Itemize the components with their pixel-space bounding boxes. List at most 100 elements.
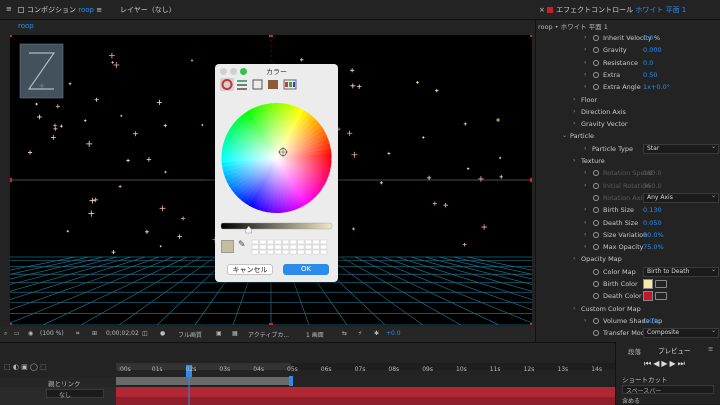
property-value[interactable]: 0.000: [643, 44, 662, 56]
stopwatch-icon[interactable]: [593, 182, 599, 189]
twirl-chevron-icon[interactable]: ›: [584, 57, 586, 69]
property-dropdown[interactable]: Birth to Death: [643, 266, 719, 277]
property-row[interactable]: › Gravity 0.000: [536, 44, 720, 56]
color-picker-dialog[interactable]: カラー ✎ キャンセル OK: [215, 64, 338, 282]
property-row[interactable]: Birth Color: [536, 278, 720, 290]
preview-menu-icon[interactable]: ≡: [708, 345, 713, 353]
color-wheel[interactable]: [215, 96, 338, 221]
render-icon[interactable]: ◉: [28, 330, 33, 337]
views-dropdown[interactable]: 1 画面: [306, 330, 324, 339]
brightness-slider[interactable]: [215, 220, 338, 234]
twirl-chevron-icon[interactable]: ›: [584, 204, 586, 216]
display-icon[interactable]: ▭: [14, 330, 20, 337]
property-row[interactable]: Death Color: [536, 290, 720, 302]
magnify-icon[interactable]: ⌕: [4, 330, 7, 338]
property-dropdown[interactable]: Any Axis: [643, 192, 719, 203]
panel-menu-icon[interactable]: ≡: [6, 5, 12, 13]
stopwatch-icon[interactable]: [593, 47, 599, 54]
flowchart-icon[interactable]: ⇆: [342, 330, 347, 337]
stopwatch-icon[interactable]: [593, 293, 599, 300]
stopwatch-icon[interactable]: [593, 317, 599, 324]
color-chip[interactable]: [643, 291, 653, 302]
stopwatch-icon[interactable]: [593, 71, 599, 78]
ok-button[interactable]: OK: [283, 264, 329, 275]
twirl-chevron-icon[interactable]: ›: [584, 180, 586, 192]
twirl-chevron-icon[interactable]: ›: [584, 229, 586, 241]
property-value[interactable]: 1x+0.0°: [643, 81, 670, 93]
property-row[interactable]: › Particle Type Star: [536, 143, 720, 155]
twirl-chevron-icon[interactable]: ›: [584, 81, 586, 93]
comp-breadcrumb[interactable]: roop: [18, 22, 34, 30]
twirl-chevron-icon[interactable]: ›: [584, 167, 586, 179]
property-value[interactable]: 50.0%: [643, 229, 664, 241]
shortcut-dropdown[interactable]: スペースバー: [622, 385, 714, 395]
twirl-chevron-icon[interactable]: ›: [584, 44, 586, 56]
region-icon[interactable]: ▣: [216, 330, 222, 337]
stopwatch-icon[interactable]: [593, 219, 599, 226]
stopwatch-icon[interactable]: [593, 281, 599, 287]
property-value[interactable]: 0.050: [643, 217, 662, 229]
grid-icon[interactable]: ⊞: [92, 330, 97, 337]
twirl-chevron-icon[interactable]: ›: [584, 32, 586, 44]
stopwatch-icon[interactable]: [593, 268, 599, 275]
exposure-icon[interactable]: ✱: [374, 330, 379, 337]
property-row[interactable]: › Custom Color Map: [536, 303, 720, 315]
property-row[interactable]: › Rotation Speed 180.0: [536, 167, 720, 179]
twirl-chevron-icon[interactable]: ›: [584, 217, 586, 229]
stopwatch-icon[interactable]: [593, 170, 599, 177]
property-row[interactable]: › Direction Axis: [536, 106, 720, 118]
twirl-chevron-icon[interactable]: ›: [573, 118, 575, 130]
twirl-chevron-icon[interactable]: ⌄: [562, 130, 567, 142]
zoom-dropdown[interactable]: (100 %): [40, 330, 64, 337]
snapshot-icon[interactable]: ◫: [142, 330, 148, 337]
camera-dropdown[interactable]: アクティブカ...: [248, 330, 289, 339]
property-row[interactable]: › Extra Angle 1x+0.0°: [536, 81, 720, 93]
twirl-chevron-icon[interactable]: ›: [573, 155, 575, 167]
property-row[interactable]: Color Map Birth to Death: [536, 266, 720, 278]
preview-tab[interactable]: プレビュー: [658, 345, 691, 355]
twirl-chevron-icon[interactable]: ›: [584, 315, 586, 327]
property-row[interactable]: ⌄ Particle: [536, 130, 720, 142]
transparency-icon[interactable]: ▦: [232, 330, 238, 337]
property-row[interactable]: › Resistance 0.0: [536, 57, 720, 69]
property-row[interactable]: › Max Opacity 75.0%: [536, 241, 720, 253]
property-row[interactable]: › Inherit Velocity % 0.0: [536, 32, 720, 44]
twirl-chevron-icon[interactable]: ›: [573, 303, 575, 315]
paragraph-tab[interactable]: 段落: [628, 346, 641, 356]
parent-dropdown[interactable]: なし: [46, 389, 104, 399]
twirl-chevron-icon[interactable]: ›: [584, 241, 586, 253]
property-row[interactable]: › Opacity Map: [536, 253, 720, 265]
property-value[interactable]: 0.50: [643, 69, 657, 81]
property-row[interactable]: › Birth Size 0.130: [536, 204, 720, 216]
property-value[interactable]: 180.0: [643, 167, 662, 179]
stopwatch-icon[interactable]: [593, 330, 599, 337]
property-row[interactable]: › Extra 0.50: [536, 69, 720, 81]
color-chip[interactable]: [643, 279, 653, 289]
close-icon[interactable]: ×: [539, 6, 545, 14]
property-dropdown[interactable]: Star: [643, 143, 719, 154]
color-channel-icon[interactable]: ●: [160, 330, 165, 337]
property-row[interactable]: › Size Variation 50.0%: [536, 229, 720, 241]
effects-tab[interactable]: × エフェクトコントロール ホワイト 平面 1: [539, 5, 686, 15]
twirl-chevron-icon[interactable]: ›: [573, 94, 575, 106]
stopwatch-icon[interactable]: [593, 194, 599, 201]
property-value[interactable]: 0.0: [643, 57, 653, 69]
cancel-button[interactable]: キャンセル: [227, 264, 273, 275]
property-row[interactable]: › Volume Shade (ap 0.0%: [536, 315, 720, 327]
eyedropper-icon[interactable]: [655, 280, 667, 288]
property-value[interactable]: 0.0: [643, 32, 653, 44]
twirl-chevron-icon[interactable]: ›: [573, 253, 575, 265]
timecode-display[interactable]: 0;00;02;02: [106, 330, 139, 337]
timeline-icons[interactable]: ⬚ ◐ ▣ ◯ ⬚: [4, 363, 47, 371]
twirl-chevron-icon[interactable]: ›: [573, 106, 575, 118]
stopwatch-icon[interactable]: [593, 244, 599, 251]
property-value[interactable]: 360.0: [643, 180, 662, 192]
playback-controls[interactable]: ⏮◀▶▶⏭: [644, 359, 687, 369]
property-row[interactable]: › Floor: [536, 94, 720, 106]
eyedropper-icon[interactable]: ✎: [238, 240, 246, 250]
property-value[interactable]: 75.0%: [643, 241, 664, 253]
property-value[interactable]: 0.0%: [643, 315, 660, 327]
fit-icon[interactable]: ⌗: [76, 330, 79, 338]
comp-tab[interactable]: コンポジション roop ≡: [18, 5, 102, 15]
twirl-chevron-icon[interactable]: ›: [584, 143, 586, 155]
